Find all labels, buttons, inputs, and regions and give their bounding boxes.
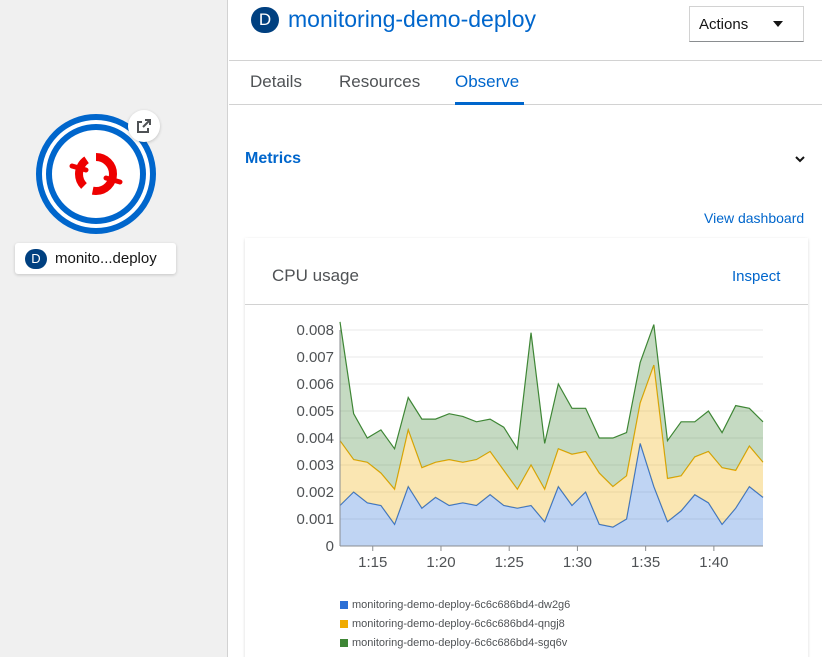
tab-details[interactable]: Details xyxy=(250,72,302,92)
deployment-badge: D xyxy=(25,248,47,269)
x-tick-label: 1:40 xyxy=(699,554,728,571)
legend-swatch xyxy=(340,600,348,609)
x-tick-label: 1:25 xyxy=(495,554,524,571)
active-tab-indicator xyxy=(455,102,524,105)
y-tick-label: 0.001 xyxy=(296,511,334,528)
node-inner-ring xyxy=(46,124,146,224)
y-tick-label: 0.008 xyxy=(296,322,334,339)
node-name: monito...deploy xyxy=(55,250,157,267)
x-tick-label: 1:35 xyxy=(631,554,660,571)
legend-label: monitoring-demo-deploy-6c6c686bd4-qngj8 xyxy=(352,617,565,630)
y-tick-label: 0.006 xyxy=(296,376,334,393)
y-tick-label: 0.005 xyxy=(296,403,334,420)
legend-swatch xyxy=(340,638,348,647)
y-tick-label: 0.003 xyxy=(296,457,334,474)
x-tick-label: 1:30 xyxy=(563,554,592,571)
legend-label: monitoring-demo-deploy-6c6c686bd4-dw2g6 xyxy=(352,598,571,611)
y-tick-label: 0.002 xyxy=(296,484,334,501)
tab-resources[interactable]: Resources xyxy=(339,72,420,92)
legend-item: monitoring-demo-deploy-6c6c686bd4-sgq6v xyxy=(340,633,570,652)
metrics-section-toggle[interactable]: Metrics xyxy=(245,150,301,168)
deployment-badge: D xyxy=(251,6,279,33)
node-label[interactable]: D monito...deploy xyxy=(15,243,176,274)
actions-label: Actions xyxy=(699,15,749,33)
openshift-logo-icon xyxy=(69,153,123,195)
y-tick-label: 0 xyxy=(326,538,334,555)
caret-down-icon xyxy=(773,21,783,27)
open-url-icon[interactable] xyxy=(128,110,160,142)
actions-dropdown[interactable]: Actions xyxy=(689,6,804,42)
y-tick-label: 0.007 xyxy=(296,349,334,366)
legend-swatch xyxy=(340,619,348,628)
tab-observe[interactable]: Observe xyxy=(455,72,519,92)
legend-item: monitoring-demo-deploy-6c6c686bd4-qngj8 xyxy=(340,614,570,633)
cpu-usage-card: CPU usage Inspect 0 0.001 0.002 0.003 0.004 0… xyxy=(245,238,808,657)
cpu-usage-chart: 0 0.001 0.002 0.003 0.004 0.005 0.006 0.007 0.00… xyxy=(296,321,764,571)
y-tick-label: 0.004 xyxy=(296,430,334,447)
x-tick-label: 1:15 xyxy=(358,554,387,571)
side-panel: D monitoring-demo-deploy Actions Details… xyxy=(229,0,822,657)
topology-canvas[interactable]: D monito...deploy xyxy=(0,0,228,657)
view-dashboard-link[interactable]: View dashboard xyxy=(704,210,804,226)
panel-header: D monitoring-demo-deploy xyxy=(251,6,536,33)
page-title[interactable]: monitoring-demo-deploy xyxy=(288,6,536,33)
legend-label: monitoring-demo-deploy-6c6c686bd4-sgq6v xyxy=(352,636,568,649)
tabs: Details Resources Observe xyxy=(229,60,822,105)
chevron-down-icon[interactable] xyxy=(794,153,806,165)
x-tick-label: 1:20 xyxy=(426,554,455,571)
chart-legend: monitoring-demo-deploy-6c6c686bd4-dw2g6 m… xyxy=(340,595,570,652)
legend-item: monitoring-demo-deploy-6c6c686bd4-dw2g6 xyxy=(340,595,570,614)
